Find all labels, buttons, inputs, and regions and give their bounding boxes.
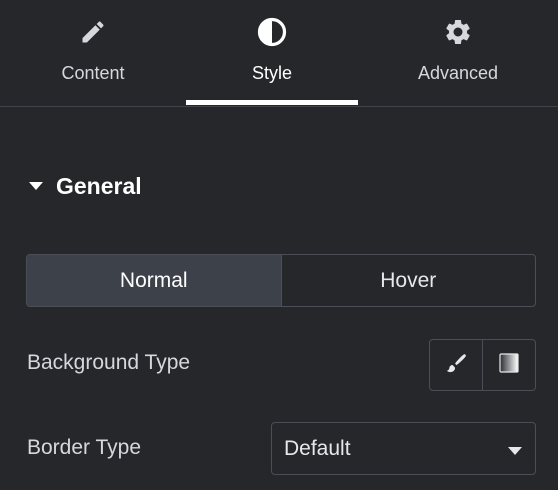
gradient-icon bbox=[498, 352, 520, 379]
tab-style-label: Style bbox=[251, 63, 293, 83]
gear-icon bbox=[443, 17, 473, 47]
border-type-value: Default bbox=[284, 436, 351, 460]
tab-advanced[interactable]: Advanced bbox=[358, 0, 558, 106]
state-normal-button[interactable]: Normal bbox=[27, 255, 281, 306]
state-hover-button[interactable]: Hover bbox=[280, 255, 536, 306]
active-tab-indicator bbox=[186, 100, 358, 105]
background-classic-choice[interactable] bbox=[430, 340, 482, 390]
caret-down-icon bbox=[28, 177, 46, 195]
brush-icon bbox=[445, 352, 467, 379]
section-title: General bbox=[56, 172, 142, 199]
chevron-down-icon bbox=[507, 443, 523, 455]
editor-panel: Content Style Advanced General Normal Ho… bbox=[0, 0, 558, 490]
state-toggle: Normal Hover bbox=[26, 254, 536, 307]
contrast-icon bbox=[257, 17, 287, 47]
tab-content-label: Content bbox=[61, 63, 125, 83]
tab-style[interactable]: Style bbox=[186, 0, 358, 106]
background-type-choices bbox=[429, 339, 536, 391]
tab-content[interactable]: Content bbox=[0, 0, 186, 106]
background-type-label: Background Type bbox=[27, 351, 191, 374]
border-type-select[interactable]: Default bbox=[271, 422, 536, 475]
border-type-label: Border Type bbox=[27, 436, 142, 459]
tab-advanced-label: Advanced bbox=[417, 63, 499, 83]
pencil-icon bbox=[78, 17, 108, 47]
section-general-toggle[interactable]: General bbox=[28, 170, 142, 202]
panel-tabs: Content Style Advanced bbox=[0, 0, 558, 107]
background-gradient-choice[interactable] bbox=[482, 340, 535, 390]
